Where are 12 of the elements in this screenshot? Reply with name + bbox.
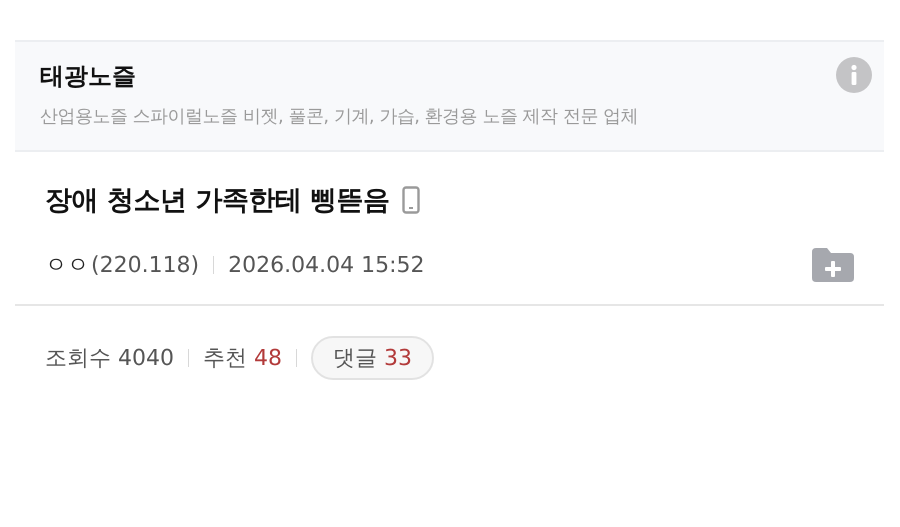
recommend-count: 추천 48: [202, 345, 282, 373]
info-icon[interactable]: [836, 57, 872, 93]
author-ip: (220.118): [91, 252, 200, 278]
board-description: 산업용노즐 스파이럴노즐 비젯, 풀콘, 기계, 가습, 환경용 노즐 제작 전문 업체: [40, 105, 638, 128]
board-name: 태광노즐: [40, 61, 137, 92]
view-count: 조회수 4040: [45, 345, 174, 373]
post-date: 2026.04.04 15:52: [228, 252, 425, 278]
phone-icon: [402, 186, 420, 214]
comments-button[interactable]: 댓글 33: [310, 336, 434, 380]
post-title: 장애 청소년 가족한테 삥뜯음: [45, 184, 390, 218]
folder-add-icon[interactable]: [812, 248, 854, 282]
author-name[interactable]: ㅇㅇ: [45, 250, 89, 280]
